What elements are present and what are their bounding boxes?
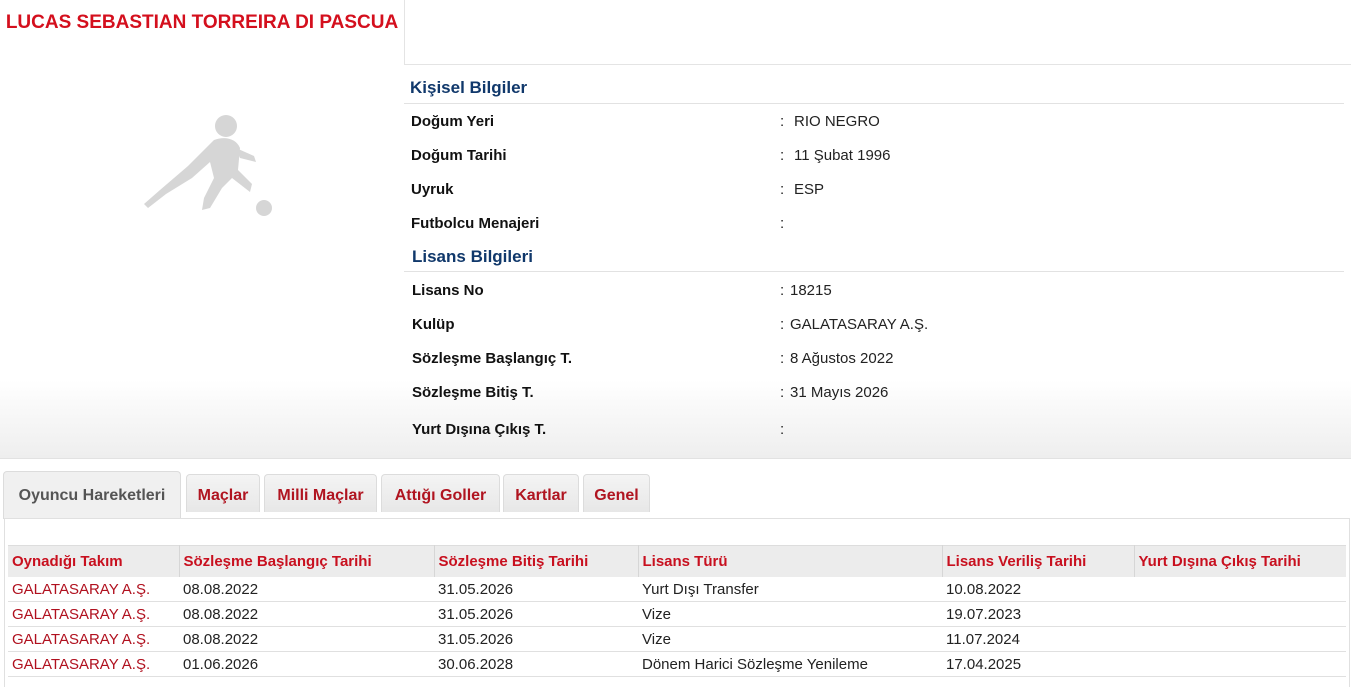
colon: : — [780, 316, 785, 333]
table-cell — [1134, 626, 1346, 652]
table-cell: 19.07.2023 — [942, 601, 1134, 627]
license-no-label: Lisans No — [412, 282, 484, 299]
player-silhouette-icon — [144, 115, 272, 216]
team-link[interactable]: GALATASARAY A.Ş. — [8, 651, 179, 677]
team-link[interactable]: GALATASARAY A.Ş. — [8, 626, 179, 652]
divider — [404, 271, 1344, 272]
personal-info-title: Kişisel Bilgiler — [410, 78, 528, 97]
abroad-exit-label: Yurt Dışına Çıkış T. — [412, 421, 547, 438]
table-cell: 31.05.2026 — [434, 577, 638, 602]
table-cell: 30.06.2028 — [434, 651, 638, 677]
divider — [404, 64, 1351, 65]
tab-national-matches[interactable]: Milli Maçlar — [264, 474, 377, 512]
table-cell: 08.08.2022 — [179, 601, 434, 627]
team-link[interactable]: GALATASARAY A.Ş. — [8, 577, 179, 602]
column-header[interactable]: Yurt Dışına Çıkış Tarihi — [1134, 545, 1346, 577]
table-cell: 01.06.2026 — [179, 651, 434, 677]
player-moves-panel: Oynadığı Takım Sözleşme Başlangıç Tarihi… — [4, 518, 1350, 687]
table-row: GALATASARAY A.Ş. 08.08.2022 31.05.2026 V… — [8, 626, 1346, 652]
colon: : — [780, 181, 785, 198]
table-cell: 31.05.2026 — [434, 601, 638, 627]
table-cell: 11.07.2024 — [942, 626, 1134, 652]
birthplace-value: RIO NEGRO — [794, 113, 880, 130]
colon: : — [780, 421, 785, 438]
contract-end-label: Sözleşme Bitiş T. — [412, 384, 534, 401]
birthdate-value: 11 Şubat 1996 — [794, 147, 891, 164]
team-link[interactable]: GALATASARAY A.Ş. — [8, 601, 179, 627]
contract-start-label: Sözleşme Başlangıç T. — [412, 350, 573, 367]
table-header-row: Oynadığı Takım Sözleşme Başlangıç Tarihi… — [8, 545, 1346, 577]
contract-end-value: 31 Mayıs 2026 — [790, 384, 889, 401]
table-cell: Vize — [638, 626, 942, 652]
table-cell: Dönem Harici Sözleşme Yenileme — [638, 651, 942, 677]
table-row: GALATASARAY A.Ş. 08.08.2022 31.05.2026 V… — [8, 601, 1346, 627]
table-cell: 10.08.2022 — [942, 577, 1134, 602]
birthplace-label: Doğum Yeri — [411, 113, 495, 130]
player-name: LUCAS SEBASTIAN TORREIRA DI PASCUA — [5, 12, 399, 33]
column-header[interactable]: Lisans Veriliş Tarihi — [942, 545, 1135, 577]
contract-start-value: 8 Ağustos 2022 — [790, 350, 894, 367]
table-cell — [1134, 601, 1346, 627]
birthdate-label: Doğum Tarihi — [411, 147, 507, 164]
tab-cards[interactable]: Kartlar — [503, 474, 579, 512]
column-header[interactable]: Oynadığı Takım — [8, 545, 180, 577]
table-cell: Vize — [638, 601, 942, 627]
colon: : — [780, 350, 785, 367]
tab-player-moves[interactable]: Oyuncu Hareketleri — [3, 471, 181, 519]
tab-bar: Oyuncu Hareketleri Maçlar Milli Maçlar A… — [3, 471, 1348, 519]
table-row: GALATASARAY A.Ş. 01.06.2026 30.06.2028 D… — [8, 651, 1346, 677]
table-cell — [1134, 651, 1346, 677]
column-header[interactable]: Sözleşme Başlangıç Tarihi — [179, 545, 435, 577]
colon: : — [780, 215, 785, 232]
license-info-title: Lisans Bilgileri — [412, 247, 533, 266]
nationality-label: Uyruk — [411, 181, 454, 198]
column-header[interactable]: Sözleşme Bitiş Tarihi — [434, 545, 639, 577]
colon: : — [780, 113, 785, 130]
club-value: GALATASARAY A.Ş. — [790, 316, 929, 333]
tab-matches[interactable]: Maçlar — [186, 474, 260, 512]
license-no-value: 18215 — [790, 282, 832, 299]
tab-goals[interactable]: Attığı Goller — [381, 474, 500, 512]
player-card: LUCAS SEBASTIAN TORREIRA DI PASCUA Kişis… — [0, 0, 1351, 459]
table-cell: 08.08.2022 — [179, 577, 434, 602]
club-label: Kulüp — [412, 316, 455, 333]
colon: : — [780, 384, 785, 401]
table-cell: Yurt Dışı Transfer — [638, 577, 942, 602]
nationality-value: ESP — [794, 181, 825, 198]
column-header[interactable]: Lisans Türü — [638, 545, 943, 577]
table-cell: 08.08.2022 — [179, 626, 434, 652]
tab-general[interactable]: Genel — [583, 474, 650, 512]
player-moves-table: Oynadığı Takım Sözleşme Başlangıç Tarihi… — [8, 545, 1346, 677]
table-cell — [1134, 577, 1346, 602]
agent-label: Futbolcu Menajeri — [411, 215, 540, 232]
table-cell: 31.05.2026 — [434, 626, 638, 652]
table-row: GALATASARAY A.Ş. 08.08.2022 31.05.2026 Y… — [8, 577, 1346, 602]
player-name-box: LUCAS SEBASTIAN TORREIRA DI PASCUA — [0, 0, 405, 64]
divider — [404, 103, 1344, 104]
colon: : — [780, 282, 785, 299]
table-cell: 17.04.2025 — [942, 651, 1134, 677]
colon: : — [780, 147, 785, 164]
